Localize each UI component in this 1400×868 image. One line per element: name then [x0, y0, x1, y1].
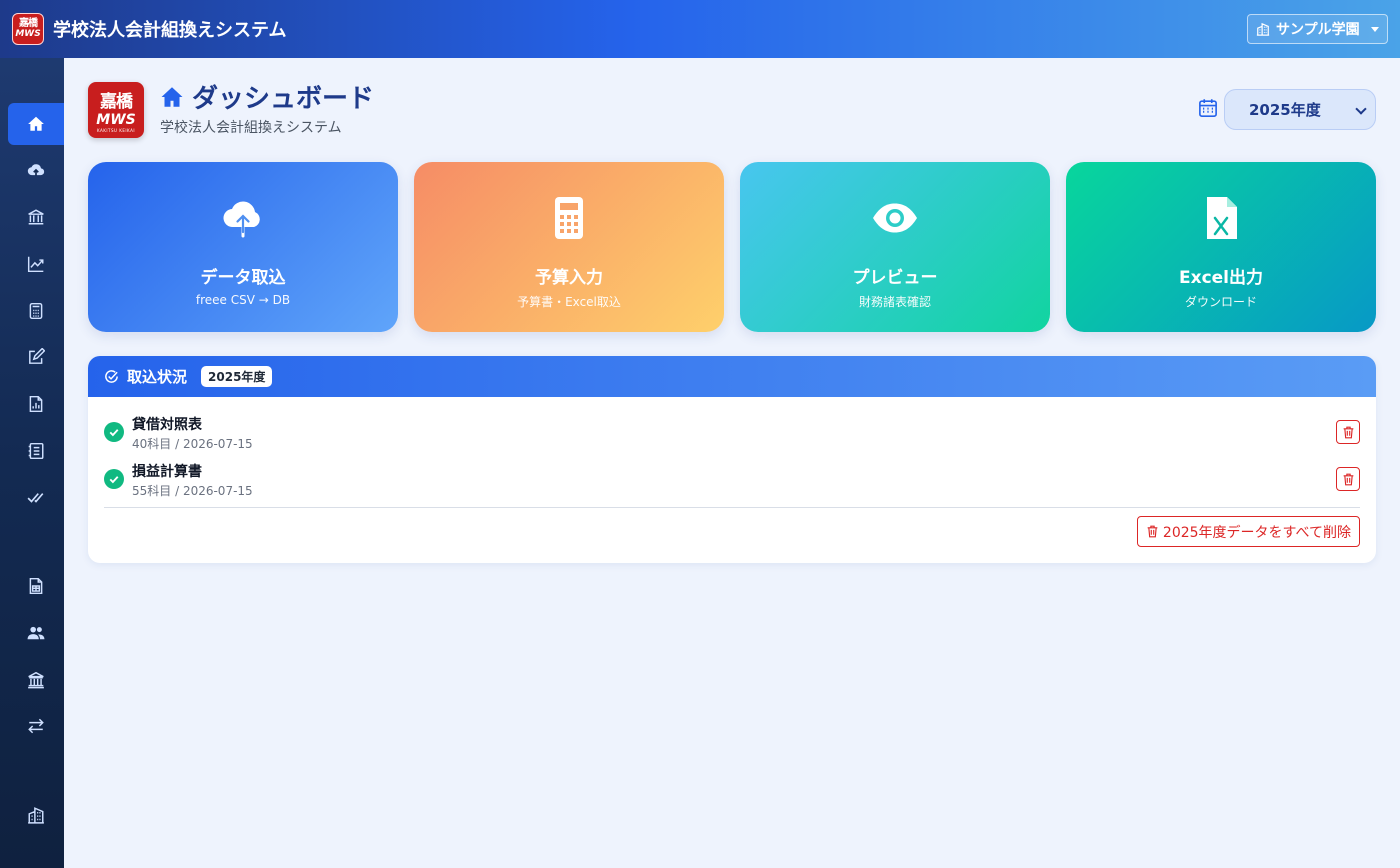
home-icon — [28, 116, 44, 131]
double-check-icon — [27, 493, 44, 503]
check-circle-icon — [105, 370, 118, 383]
page-logo-top: 嘉橋 — [100, 92, 133, 112]
page-logo-bottom: MWS — [96, 112, 136, 128]
sidebar-item-bank[interactable] — [8, 196, 64, 238]
eye-icon — [873, 203, 917, 233]
chevron-down-icon — [1355, 103, 1367, 115]
fiscal-year-value: 2025年度 — [1249, 101, 1321, 119]
edit-icon — [29, 348, 45, 364]
list-item: 損益計算書 55科目 / 2026-07-15 — [104, 461, 1360, 501]
card-subtitle: ダウンロード — [1184, 295, 1257, 309]
brand-logo-bottom: MWS — [15, 29, 41, 39]
chart-line-icon — [27, 256, 44, 273]
sidebar-item-journal[interactable] — [8, 430, 64, 472]
card-title: データ取込 — [200, 268, 286, 288]
delete-button[interactable] — [1336, 420, 1360, 444]
card-budget-input[interactable]: 予算入力 予算書・Excel取込 — [414, 162, 724, 332]
caret-down-icon — [1371, 26, 1379, 32]
panel-header: 取込状況 2025年度 — [88, 356, 1376, 397]
sidebar-item-verify[interactable] — [8, 476, 64, 518]
school-selector-button[interactable]: サンプル学園 — [1247, 14, 1388, 44]
statement-name: 損益計算書 — [132, 464, 202, 480]
page-logo-caption: KAKITSU KEIKAI — [96, 128, 136, 133]
delete-button[interactable] — [1336, 467, 1360, 491]
cloud-upload-icon — [223, 201, 260, 238]
sidebar-item-chart[interactable] — [8, 243, 64, 285]
sidebar-item-spreadsheet[interactable] — [8, 565, 64, 607]
delete-all-button[interactable]: 2025年度データをすべて削除 — [1136, 516, 1360, 547]
card-title: プレビュー — [852, 268, 938, 288]
card-data-import[interactable]: データ取込 freee CSV → DB — [88, 162, 398, 332]
institution-icon — [28, 671, 44, 689]
calculator-icon — [555, 197, 583, 239]
statement-meta: 40科目 / 2026-07-15 — [132, 437, 253, 451]
year-badge: 2025年度 — [201, 366, 273, 387]
sidebar-item-edit[interactable] — [8, 336, 64, 378]
sidebar-item-institution[interactable] — [8, 659, 64, 701]
journal-icon — [28, 442, 44, 460]
calculator-icon — [29, 302, 43, 320]
panel-title: 取込状況 — [127, 368, 188, 386]
page-title-text: ダッシュボード — [192, 84, 375, 114]
page-title: ダッシュボード — [160, 78, 374, 115]
check-icon — [104, 422, 124, 442]
top-navbar: 嘉橋 MWS 学校法人会計組換えシステム サンプル学園 — [0, 0, 1400, 58]
card-title: 予算入力 — [535, 268, 603, 288]
sidebar-item-report[interactable] — [8, 383, 64, 425]
page-subtitle: 学校法人会計組換えシステム — [160, 120, 342, 136]
card-preview[interactable]: プレビュー 財務諸表確認 — [740, 162, 1050, 332]
arrows-exchange-icon — [28, 718, 44, 734]
trash-icon — [1343, 473, 1353, 485]
check-icon — [104, 469, 124, 489]
trash-icon — [1343, 426, 1353, 438]
statement-meta: 55科目 / 2026-07-15 — [132, 484, 253, 498]
people-icon — [27, 626, 45, 640]
sidebar-item-users[interactable] — [8, 612, 64, 654]
sidebar-item-budget[interactable] — [8, 290, 64, 332]
home-icon — [161, 86, 183, 107]
brand-logo-top: 嘉橋 — [19, 18, 38, 29]
report-icon — [29, 395, 43, 413]
cloud-upload-icon — [27, 164, 45, 176]
list-item: 貸借対照表 40科目 / 2026-07-15 — [104, 414, 1360, 454]
calendar-icon — [1199, 99, 1217, 117]
card-subtitle: 財務諸表確認 — [858, 295, 931, 309]
statement-name: 貸借対照表 — [132, 417, 202, 433]
sidebar-item-dashboard[interactable] — [8, 103, 64, 145]
sidebar-item-data-import[interactable] — [8, 149, 64, 191]
app-title[interactable]: 学校法人会計組換えシステム — [53, 16, 286, 42]
sidebar-item-school[interactable] — [8, 794, 64, 836]
fiscal-year-select[interactable]: 2025年度 — [1224, 89, 1376, 130]
excel-file-icon — [1207, 197, 1237, 239]
delete-all-label: 2025年度データをすべて削除 — [1162, 524, 1351, 541]
sidebar-item-convert[interactable] — [8, 705, 64, 747]
card-title: Excel出力 — [1178, 268, 1263, 288]
page-logo: 嘉橋 MWS KAKITSU KEIKAI — [88, 82, 144, 138]
brand-logo[interactable]: 嘉橋 MWS — [12, 13, 44, 45]
trash-icon — [1147, 525, 1158, 538]
card-subtitle: freee CSV → DB — [195, 293, 291, 307]
building-icon — [28, 807, 44, 824]
building-icon — [1256, 22, 1270, 36]
spreadsheet-file-icon — [29, 577, 43, 595]
card-subtitle: 予算書・Excel取込 — [517, 295, 621, 309]
divider — [104, 507, 1360, 508]
bank-icon — [28, 209, 44, 225]
school-selector-label: サンプル学園 — [1276, 22, 1360, 38]
import-status-panel: 取込状況 2025年度 貸借対照表 40科目 / 2026-07-15 損益計算… — [88, 356, 1376, 563]
card-excel-export[interactable]: Excel出力 ダウンロード — [1066, 162, 1376, 332]
sidebar — [0, 58, 64, 868]
